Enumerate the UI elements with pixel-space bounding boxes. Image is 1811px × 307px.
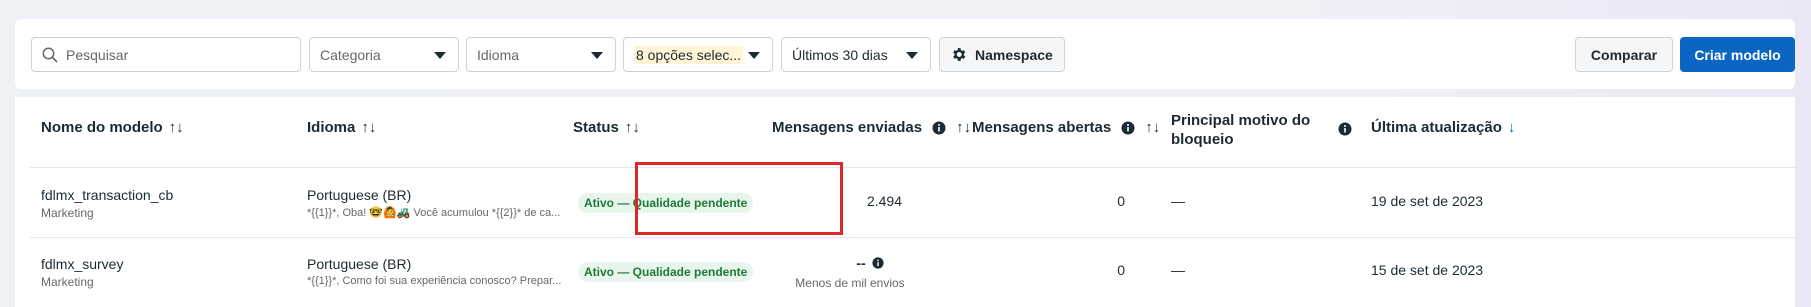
namespace-label: Namespace <box>975 46 1053 63</box>
column-header-label: Status <box>573 119 619 136</box>
column-header-block-reason[interactable]: Principal motivo do bloqueio <box>1171 111 1346 149</box>
date-range-value: Últimos 30 dias <box>792 46 888 63</box>
column-header-label: Última atualização <box>1371 119 1502 136</box>
language-select[interactable]: Idioma <box>466 37 616 72</box>
language-cell: Portuguese (BR) *{{1}}*, Oba! 🤓🙆🚜 Você a… <box>307 187 583 219</box>
gear-icon <box>953 48 966 61</box>
column-header-name[interactable]: Nome do modelo ↑↓ <box>41 119 184 136</box>
namespace-button[interactable]: Namespace <box>939 37 1065 72</box>
status-select-value: 8 opções selec... <box>634 45 744 64</box>
language-value: Portuguese (BR) <box>307 256 412 272</box>
column-header-sent[interactable]: Mensagens enviadas ↑↓ <box>772 119 971 136</box>
chevron-down-icon <box>748 52 760 59</box>
highlight-box <box>635 162 843 235</box>
block-reason-value: — <box>1171 193 1185 209</box>
divider <box>30 237 1795 238</box>
language-cell: Portuguese (BR) *{{1}}*, Como foi sua ex… <box>307 256 583 287</box>
chevron-down-icon <box>591 52 603 59</box>
compare-button[interactable]: Comparar <box>1575 37 1673 72</box>
column-header-opened[interactable]: Mensagens abertas ↑↓ <box>972 119 1160 136</box>
sort-icon: ↑↓ <box>361 119 377 136</box>
opened-count: 0 <box>1117 262 1125 278</box>
category-select-value: Categoria <box>320 46 381 63</box>
template-name[interactable]: fdlmx_survey <box>41 256 123 272</box>
message-preview: *{{1}}*, Oba! 🤓🙆🚜 Você acumulou *{{2}}* … <box>307 207 561 219</box>
table-row[interactable]: fdlmx_transaction_cb Marketing <box>41 187 173 220</box>
language-select-value: Idioma <box>477 46 520 63</box>
updated-date: 19 de set de 2023 <box>1371 193 1484 209</box>
column-header-label: Mensagens enviadas <box>772 119 923 136</box>
sort-icon: ↑↓ <box>956 119 972 136</box>
sort-desc-icon: ↓ <box>1507 119 1516 136</box>
block-reason-value: — <box>1171 262 1185 278</box>
search-icon <box>42 47 58 63</box>
status-badge: Ativo — Qualidade pendente <box>578 262 754 282</box>
sent-note: Menos de mil envios <box>795 276 905 290</box>
column-header-updated[interactable]: Última atualização ↓ <box>1371 119 1515 136</box>
sort-icon: ↑↓ <box>1145 119 1161 136</box>
filter-bar: Pesquisar Categoria Idioma 8 opções sele… <box>15 19 1795 89</box>
info-icon[interactable] <box>932 121 946 135</box>
updated-date: 15 de set de 2023 <box>1371 262 1484 278</box>
column-header-status[interactable]: Status ↑↓ <box>573 119 640 136</box>
info-icon[interactable] <box>1338 122 1352 136</box>
search-placeholder: Pesquisar <box>66 46 129 63</box>
templates-table: Nome do modelo ↑↓ Idioma ↑↓ Status ↑↓ Me… <box>15 97 1795 307</box>
info-icon[interactable] <box>872 257 884 269</box>
info-icon[interactable] <box>1121 121 1135 135</box>
date-range-select[interactable]: Últimos 30 dias <box>781 37 931 72</box>
category-select[interactable]: Categoria <box>309 37 459 72</box>
table-row[interactable]: fdlmx_survey Marketing <box>41 256 123 289</box>
sent-count: -- <box>856 255 866 271</box>
column-header-label: Principal motivo do bloqueio <box>1171 112 1311 148</box>
column-header-language[interactable]: Idioma ↑↓ <box>307 119 376 136</box>
message-preview: *{{1}}*, Como foi sua experiência conosc… <box>307 275 562 287</box>
column-header-label: Nome do modelo <box>41 119 163 136</box>
column-header-label: Mensagens abertas <box>972 119 1112 136</box>
create-template-button[interactable]: Criar modelo <box>1680 37 1795 72</box>
template-category: Marketing <box>41 206 94 220</box>
template-name[interactable]: fdlmx_transaction_cb <box>41 187 173 203</box>
chevron-down-icon <box>906 52 918 59</box>
sent-cell: -- Menos de mil envios <box>775 255 925 290</box>
column-header-label: Idioma <box>307 119 356 136</box>
search-input[interactable]: Pesquisar <box>31 37 301 72</box>
template-category: Marketing <box>41 275 94 289</box>
chevron-down-icon <box>434 52 446 59</box>
sort-icon: ↑↓ <box>624 119 640 136</box>
opened-count: 0 <box>1117 193 1125 209</box>
language-value: Portuguese (BR) <box>307 187 412 203</box>
sort-icon: ↑↓ <box>168 119 184 136</box>
status-select[interactable]: 8 opções selec... <box>623 37 773 72</box>
divider <box>30 167 1795 168</box>
